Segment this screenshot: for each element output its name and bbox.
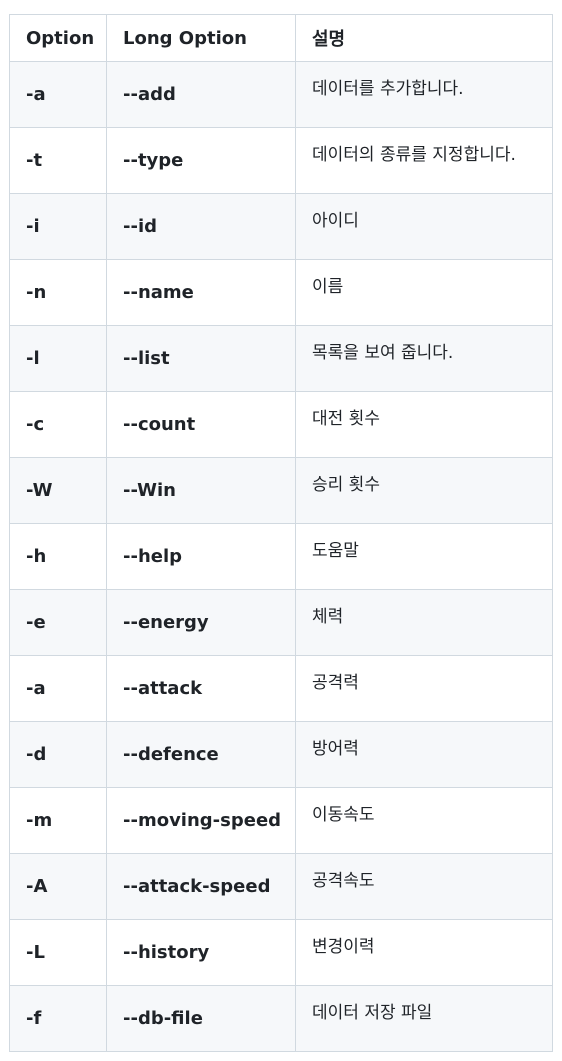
option-cell: -i — [9, 193, 107, 260]
table-row: -n --name 이름 — [9, 259, 553, 326]
description-cell: 공격속도 — [295, 853, 553, 920]
long-option-cell: --help — [106, 523, 296, 590]
option-cell: -h — [9, 523, 107, 590]
option-cell: -m — [9, 787, 107, 854]
table-row: -t --type 데이터의 종류를 지정합니다. — [9, 127, 553, 194]
table-row: -a --add 데이터를 추가합니다. — [9, 61, 553, 128]
option-cell: -f — [9, 985, 107, 1052]
header-description: 설명 — [295, 14, 553, 62]
option-cell: -n — [9, 259, 107, 326]
description-cell: 방어력 — [295, 721, 553, 788]
table-row: -c --count 대전 횟수 — [9, 391, 553, 458]
long-option-cell: --Win — [106, 457, 296, 524]
long-option-cell: --energy — [106, 589, 296, 656]
description-cell: 이동속도 — [295, 787, 553, 854]
option-cell: -a — [9, 61, 107, 128]
option-cell: -e — [9, 589, 107, 656]
long-option-cell: --add — [106, 61, 296, 128]
option-cell: -A — [9, 853, 107, 920]
description-cell: 아이디 — [295, 193, 553, 260]
table-body: -a --add 데이터를 추가합니다. -t --type 데이터의 종류를 지정합니다… — [9, 61, 553, 1052]
header-long-option: Long Option — [106, 14, 296, 62]
header-row: Option Long Option 설명 — [9, 14, 553, 62]
option-cell: -W — [9, 457, 107, 524]
option-cell: -t — [9, 127, 107, 194]
description-cell: 데이터의 종류를 지정합니다. — [295, 127, 553, 194]
long-option-cell: --db-file — [106, 985, 296, 1052]
options-table-container: Option Long Option 설명 -a --add 데이터를 추가합니다.… — [9, 14, 553, 1052]
description-cell: 승리 횟수 — [295, 457, 553, 524]
table-row: -e --energy 체력 — [9, 589, 553, 656]
long-option-cell: --id — [106, 193, 296, 260]
table-row: -L --history 변경이력 — [9, 919, 553, 986]
description-cell: 대전 횟수 — [295, 391, 553, 458]
option-cell: -d — [9, 721, 107, 788]
table-row: -l --list 목록을 보여 줍니다. — [9, 325, 553, 392]
table-row: -A --attack-speed 공격속도 — [9, 853, 553, 920]
description-cell: 공격력 — [295, 655, 553, 722]
table-row: -i --id 아이디 — [9, 193, 553, 260]
table-row: -f --db-file 데이터 저장 파일 — [9, 985, 553, 1052]
option-cell: -a — [9, 655, 107, 722]
options-table: Option Long Option 설명 -a --add 데이터를 추가합니다.… — [9, 14, 553, 1052]
description-cell: 체력 — [295, 589, 553, 656]
table-row: -h --help 도움말 — [9, 523, 553, 590]
long-option-cell: --history — [106, 919, 296, 986]
long-option-cell: --count — [106, 391, 296, 458]
option-cell: -L — [9, 919, 107, 986]
description-cell: 이름 — [295, 259, 553, 326]
option-cell: -c — [9, 391, 107, 458]
long-option-cell: --type — [106, 127, 296, 194]
option-cell: -l — [9, 325, 107, 392]
long-option-cell: --name — [106, 259, 296, 326]
long-option-cell: --list — [106, 325, 296, 392]
table-row: -m --moving-speed 이동속도 — [9, 787, 553, 854]
table-row: -d --defence 방어력 — [9, 721, 553, 788]
description-cell: 도움말 — [295, 523, 553, 590]
description-cell: 목록을 보여 줍니다. — [295, 325, 553, 392]
description-cell: 변경이력 — [295, 919, 553, 986]
description-cell: 데이터 저장 파일 — [295, 985, 553, 1052]
long-option-cell: --attack-speed — [106, 853, 296, 920]
long-option-cell: --attack — [106, 655, 296, 722]
long-option-cell: --moving-speed — [106, 787, 296, 854]
table-row: -a --attack 공격력 — [9, 655, 553, 722]
description-cell: 데이터를 추가합니다. — [295, 61, 553, 128]
long-option-cell: --defence — [106, 721, 296, 788]
table-header: Option Long Option 설명 — [9, 14, 553, 62]
header-option: Option — [9, 14, 107, 62]
table-row: -W --Win 승리 횟수 — [9, 457, 553, 524]
